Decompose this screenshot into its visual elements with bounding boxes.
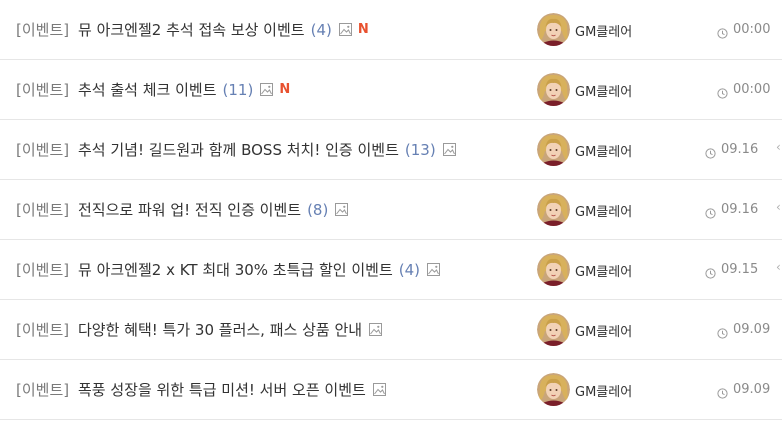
author-name[interactable]: GM클레어 [575, 81, 632, 100]
image-icon [442, 142, 457, 157]
post-title-group[interactable]: 뮤 아크엔젤2 추석 접속 보상 이벤트 (4) N [78, 19, 369, 40]
post-time: 09.09 [717, 382, 771, 399]
post-row[interactable]: [이벤트] 뮤 아크엔젤2 x KT 최대 30% 초특급 할인 이벤트 (4) [0, 240, 782, 300]
post-title-link[interactable]: 전직으로 파워 업! 전직 인증 이벤트 [78, 199, 301, 220]
clock-icon [717, 24, 728, 39]
post-row[interactable]: [이벤트] 추석 기념! 길드원과 함께 BOSS 처치! 인증 이벤트 (13… [0, 120, 782, 180]
comment-count[interactable]: (4) [399, 261, 420, 279]
clock-icon [705, 144, 716, 159]
author-avatar[interactable] [537, 373, 570, 406]
clock-icon [705, 264, 716, 279]
post-row[interactable]: [이벤트] 전직으로 파워 업! 전직 인증 이벤트 (8) GM클레어 09.… [0, 180, 782, 240]
chevron-left-icon[interactable]: ‹ [776, 140, 781, 154]
post-title-group[interactable]: 폭풍 성장을 위한 특급 미션! 서버 오픈 이벤트 [78, 379, 387, 400]
post-title-link[interactable]: 추석 기념! 길드원과 함께 BOSS 처치! 인증 이벤트 [78, 139, 399, 160]
post-category: [이벤트] [16, 201, 70, 219]
post-time-text: 00:00 [733, 22, 771, 37]
new-badge: N [357, 22, 369, 37]
post-time: 09.16 [705, 202, 759, 219]
post-title-group[interactable]: 다양한 혜택! 특가 30 플러스, 패스 상품 안내 [78, 319, 383, 340]
post-time-text: 09.09 [733, 322, 771, 337]
comment-count[interactable]: (13) [405, 141, 436, 159]
image-icon [426, 262, 441, 277]
image-icon [338, 22, 353, 37]
author-name[interactable]: GM클레어 [575, 381, 632, 400]
post-title-group[interactable]: 뮤 아크엔젤2 x KT 최대 30% 초특급 할인 이벤트 (4) [78, 259, 441, 280]
comment-count[interactable]: (11) [223, 81, 254, 99]
post-time-text: 00:00 [733, 82, 771, 97]
author-avatar[interactable] [537, 13, 570, 46]
clock-icon [717, 384, 728, 399]
post-row[interactable]: [이벤트] 추석 출석 체크 이벤트 (11) N GM클레어 00:00 [0, 60, 782, 120]
post-time-text: 09.09 [733, 382, 771, 397]
post-title-link[interactable]: 다양한 혜택! 특가 30 플러스, 패스 상품 안내 [78, 319, 362, 340]
post-time-text: 09.16 [721, 202, 759, 217]
author-avatar[interactable] [537, 193, 570, 226]
author-name[interactable]: GM클레어 [575, 141, 632, 160]
post-time: 00:00 [717, 22, 771, 39]
post-time: 00:00 [717, 82, 771, 99]
comment-count[interactable]: (8) [307, 201, 328, 219]
post-row[interactable]: [이벤트] 다양한 혜택! 특가 30 플러스, 패스 상품 안내 GM클레어 … [0, 300, 782, 360]
image-icon [372, 382, 387, 397]
chevron-left-icon[interactable]: ‹ [776, 260, 781, 274]
post-category: [이벤트] [16, 141, 70, 159]
post-row[interactable]: [이벤트] 폭풍 성장을 위한 특급 미션! 서버 오픈 이벤트 GM클레어 0… [0, 360, 782, 420]
post-title-group[interactable]: 전직으로 파워 업! 전직 인증 이벤트 (8) [78, 199, 349, 220]
post-time: 09.15 [705, 262, 759, 279]
comment-count[interactable]: (4) [311, 21, 332, 39]
post-title-group[interactable]: 추석 기념! 길드원과 함께 BOSS 처치! 인증 이벤트 (13) [78, 139, 457, 160]
author-name[interactable]: GM클레어 [575, 201, 632, 220]
post-category: [이벤트] [16, 81, 70, 99]
author-avatar[interactable] [537, 133, 570, 166]
post-title-link[interactable]: 추석 출석 체크 이벤트 [78, 79, 217, 100]
post-title-link[interactable]: 뮤 아크엔젤2 추석 접속 보상 이벤트 [78, 19, 305, 40]
post-title-group[interactable]: 추석 출석 체크 이벤트 (11) N [78, 79, 290, 100]
post-row[interactable]: [이벤트] 뮤 아크엔젤2 추석 접속 보상 이벤트 (4) N GM클레어 0… [0, 0, 782, 60]
post-title-link[interactable]: 뮤 아크엔젤2 x KT 최대 30% 초특급 할인 이벤트 [78, 259, 393, 280]
clock-icon [717, 84, 728, 99]
image-icon [368, 322, 383, 337]
new-badge: N [279, 82, 291, 97]
post-list: [이벤트] 뮤 아크엔젤2 추석 접속 보상 이벤트 (4) N GM클레어 0… [0, 0, 782, 424]
post-category: [이벤트] [16, 21, 70, 39]
post-category: [이벤트] [16, 381, 70, 399]
author-name[interactable]: GM클레어 [575, 321, 632, 340]
author-avatar[interactable] [537, 73, 570, 106]
post-time: 09.16 [705, 142, 759, 159]
clock-icon [717, 324, 728, 339]
author-name[interactable]: GM클레어 [575, 21, 632, 40]
post-category: [이벤트] [16, 261, 70, 279]
chevron-left-icon[interactable]: ‹ [776, 200, 781, 214]
author-avatar[interactable] [537, 313, 570, 346]
post-time-text: 09.16 [721, 142, 759, 157]
post-title-link[interactable]: 폭풍 성장을 위한 특급 미션! 서버 오픈 이벤트 [78, 379, 366, 400]
author-avatar[interactable] [537, 253, 570, 286]
clock-icon [705, 204, 716, 219]
post-time-text: 09.15 [721, 262, 759, 277]
post-category: [이벤트] [16, 321, 70, 339]
author-name[interactable]: GM클레어 [575, 261, 632, 280]
image-icon [259, 82, 274, 97]
post-time: 09.09 [717, 322, 771, 339]
image-icon [334, 202, 349, 217]
